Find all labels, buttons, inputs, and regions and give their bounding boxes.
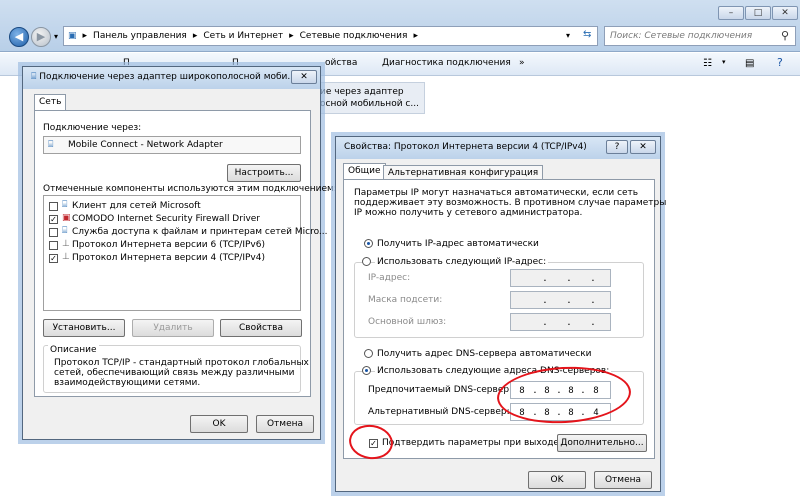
file-sharing-icon: ⌸ <box>62 226 68 236</box>
dialog-title: ⌸ Подключение через адаптер широкополосн… <box>23 67 320 89</box>
breadcrumb-item-network-internet[interactable]: Сеть и Интернет <box>203 31 283 41</box>
ip-group: Использовать следующий IP-адрес: IP-адре… <box>354 257 644 338</box>
preferred-dns-label: Предпочитаемый DNS-сервер: <box>368 385 513 395</box>
connection-properties-dialog: ⌸ Подключение через адаптер широкополосн… <box>22 66 337 440</box>
configure-button[interactable]: Настроить... <box>227 164 301 182</box>
remove-button: Удалить <box>132 319 214 337</box>
description-title: Описание <box>48 345 99 355</box>
protocol-icon: ⊥ <box>62 239 70 249</box>
refresh-icon[interactable]: ⇆ <box>583 29 591 40</box>
subnet-label: Маска подсети: <box>368 295 443 305</box>
close-window-button[interactable]: ✕ <box>772 6 798 20</box>
breadcrumb-separator-icon: ▸ <box>289 31 294 41</box>
protocol-icon: ⊥ <box>62 252 70 262</box>
adapter-box: ⌸ Mobile Connect - Network Adapter <box>43 136 301 154</box>
description-line: Протокол TCP/IP - стандартный протокол г… <box>54 358 309 368</box>
component-checkbox[interactable]: ✓ <box>49 215 58 224</box>
connection-tile-name: ие через адаптер <box>320 87 404 97</box>
search-input[interactable]: Поиск: Сетевые подключения <box>604 26 796 46</box>
search-icon[interactable]: ⚲ <box>781 29 789 42</box>
component-checkbox[interactable] <box>49 202 58 211</box>
component-label[interactable]: Клиент для сетей Microsoft <box>72 201 201 211</box>
history-dropdown-icon[interactable]: ▾ <box>54 32 58 41</box>
address-dropdown-icon[interactable]: ▾ <box>566 31 570 40</box>
connection-tile[interactable]: ие через адаптер осной мобильной с... <box>315 82 425 114</box>
ip-manual-radio[interactable] <box>362 257 371 266</box>
forward-button[interactable]: ▶ <box>31 27 51 47</box>
ok-button[interactable]: OK <box>528 471 586 489</box>
cancel-button[interactable]: Отмена <box>256 415 314 433</box>
properties-button[interactable]: Свойства <box>220 319 302 337</box>
alternate-dns-label: Альтернативный DNS-сервер: <box>368 407 510 417</box>
breadcrumb-item-network-connections[interactable]: Сетевые подключения <box>300 31 408 41</box>
preview-pane-icon[interactable]: ▤ <box>745 58 754 69</box>
breadcrumb-separator-icon: ▸ <box>192 31 198 41</box>
maximize-button[interactable]: □ <box>745 6 771 20</box>
ip-address-field: ... <box>510 269 611 287</box>
help-button[interactable]: ? <box>606 140 628 154</box>
control-panel-icon: ▣ <box>68 31 77 41</box>
connection-tile-desc: осной мобильной с... <box>320 99 419 109</box>
components-list: ⌸ Клиент для сетей Microsoft ✓ ▣ COMODO … <box>43 195 328 311</box>
tab-panel: Подключение через: ⌸ Mobile Connect - Ne… <box>34 110 337 397</box>
intro-line: поддерживает эту возможность. В противно… <box>354 198 667 208</box>
dns-auto-label[interactable]: Получить адрес DNS-сервера автоматически <box>377 349 592 359</box>
dns-manual-radio[interactable] <box>362 366 371 375</box>
description-line: сетей, обеспечивающий связь между различ… <box>54 368 295 378</box>
breadcrumb-separator-icon: ▸ <box>413 31 418 41</box>
subnet-field: ... <box>510 291 611 309</box>
ok-button[interactable]: OK <box>190 415 248 433</box>
tab-general[interactable]: Общие <box>343 163 386 180</box>
component-label[interactable]: Протокол Интернета версии 6 (TCP/IPv6) <box>72 240 265 250</box>
gateway-field: ... <box>510 313 611 331</box>
components-label: Отмеченные компоненты используются этим … <box>43 184 337 194</box>
ip-manual-label[interactable]: Использовать следующий IP-адрес: <box>375 257 549 267</box>
breadcrumb-separator-icon: ▸ <box>82 31 88 41</box>
view-options-icon[interactable]: ☷ <box>703 58 712 69</box>
advanced-button[interactable]: Дополнительно... <box>557 434 647 452</box>
help-icon[interactable]: ? <box>777 56 783 69</box>
close-icon[interactable]: ✕ <box>630 140 656 154</box>
cmd-item-diagnose[interactable]: Диагностика подключения <box>382 58 511 68</box>
cmd-more-button[interactable]: » <box>519 58 525 68</box>
cmd-item-properties[interactable]: ойства <box>325 58 357 68</box>
component-label[interactable]: Протокол Интернета версии 4 (TCP/IPv4) <box>72 253 265 263</box>
description-line: взаимодействующими сетями. <box>54 378 201 388</box>
ip-address-label: IP-адрес: <box>368 273 411 283</box>
component-checkbox[interactable] <box>49 228 58 237</box>
description-group: Описание Протокол TCP/IP - стандартный п… <box>43 345 309 393</box>
component-checkbox[interactable]: ✓ <box>49 254 58 263</box>
breadcrumb-item-control-panel[interactable]: Панель управления <box>93 31 187 41</box>
intro-line: Параметры IP могут назначаться автоматич… <box>354 188 639 198</box>
firewall-icon: ▣ <box>62 213 71 223</box>
tab-network[interactable]: Сеть <box>34 94 67 111</box>
connect-via-label: Подключение через: <box>43 123 142 133</box>
minimize-button[interactable]: – <box>718 6 744 20</box>
tab-panel: Параметры IP могут назначаться автоматич… <box>343 179 666 459</box>
network-client-icon: ⌸ <box>62 200 68 210</box>
component-label[interactable]: COMODO Internet Security Firewall Driver <box>72 214 260 224</box>
arrow-left-icon: ◀ <box>14 30 24 43</box>
back-button[interactable]: ◀ <box>9 27 29 47</box>
ip-auto-radio[interactable] <box>364 239 373 248</box>
tab-alternate-config[interactable]: Альтернативная конфигурация <box>383 165 544 180</box>
component-checkbox[interactable] <box>49 241 58 250</box>
close-icon[interactable]: ✕ <box>291 70 317 84</box>
adapter-icon: ⌸ <box>48 140 54 150</box>
arrow-right-icon: ▶ <box>36 30 46 43</box>
adapter-name: Mobile Connect - Network Adapter <box>68 140 223 150</box>
address-bar[interactable]: ▣ ▸ Панель управления ▸ Сеть и Интернет … <box>63 26 598 46</box>
intro-line: IP можно получить у сетевого администрат… <box>354 208 583 218</box>
ip-auto-label[interactable]: Получить IP-адрес автоматически <box>377 239 539 249</box>
validate-label[interactable]: Подтвердить параметры при выходе <box>382 438 559 448</box>
chevron-down-icon[interactable]: ▾ <box>722 58 726 66</box>
install-button[interactable]: Установить... <box>43 319 125 337</box>
gateway-label: Основной шлюз: <box>368 317 447 327</box>
dns-auto-radio[interactable] <box>364 349 373 358</box>
cancel-button[interactable]: Отмена <box>594 471 652 489</box>
component-label[interactable]: Служба доступа к файлам и принтерам сете… <box>72 227 328 237</box>
